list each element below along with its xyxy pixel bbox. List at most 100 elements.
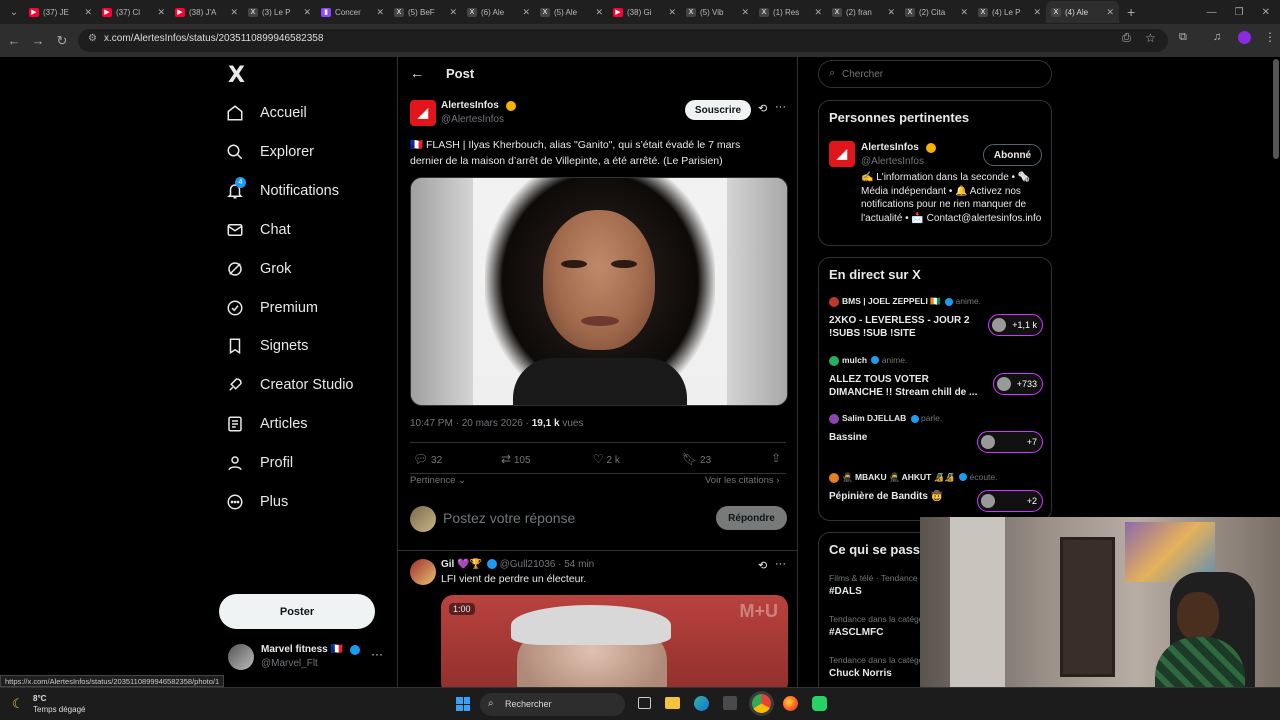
sidebar-item-accueil[interactable]: Accueil xyxy=(226,104,307,122)
account-switcher[interactable]: Marvel fitness 🇫🇷 @Marvel_Flt ··· xyxy=(228,641,388,673)
reply-tweet[interactable]: Gil 💜🏆 @Gull21036 · 54 min ⟲ ··· LFI vie… xyxy=(398,551,798,687)
close-window-icon[interactable]: ✕ xyxy=(1262,7,1270,18)
sidebar-item-signets[interactable]: Signets xyxy=(226,337,308,355)
relevant-name[interactable]: AlertesInfos xyxy=(861,142,919,153)
new-tab-button[interactable]: + xyxy=(1127,4,1135,20)
browser-tab[interactable]: X (6) Ale ✕ xyxy=(462,1,535,23)
site-info-icon[interactable]: ⚙ xyxy=(88,33,97,44)
live-item[interactable]: Salim DJELLAB parle. Bassine +7 xyxy=(829,413,1043,467)
tab-close-icon[interactable]: ✕ xyxy=(1106,7,1114,18)
author-name[interactable]: AlertesInfos xyxy=(441,100,499,111)
post-button[interactable]: Poster xyxy=(219,594,375,629)
live-item[interactable]: mulch anime. ALLEZ TOUS VOTER DIMANCHE !!… xyxy=(829,355,1043,409)
reply-video[interactable]: 1:00 M+U xyxy=(441,595,788,687)
browser-tab[interactable]: X (2) Cita ✕ xyxy=(900,1,973,23)
sidebar-item-articles[interactable]: Articles xyxy=(226,415,308,433)
subscribe-button[interactable]: Souscrire xyxy=(685,100,751,120)
chrome-icon[interactable] xyxy=(752,694,771,713)
sidebar-item-grok[interactable]: Grok xyxy=(226,260,291,278)
sidebar-item-creator-studio[interactable]: Creator Studio xyxy=(226,376,354,394)
reply-count-button[interactable]: 💬︎ 32 xyxy=(413,452,442,466)
tab-close-icon[interactable]: ✕ xyxy=(376,7,384,18)
back-icon[interactable]: ← xyxy=(2,33,26,48)
tab-close-icon[interactable]: ✕ xyxy=(595,7,603,18)
reply-submit-button[interactable]: Répondre xyxy=(716,506,787,530)
reply-input[interactable]: Postez votre réponse xyxy=(443,510,703,526)
browser-tab[interactable]: ▶ (38) Gi ✕ xyxy=(608,1,681,23)
browser-tab[interactable]: X (4) Ale ✕ xyxy=(1046,1,1119,23)
reply-author-handle[interactable]: @Gull21036 · 54 min xyxy=(500,559,595,570)
forward-icon[interactable]: → xyxy=(26,33,50,48)
window-controls[interactable]: — ❐ ✕ xyxy=(1207,7,1280,18)
reload-icon[interactable]: ↻ xyxy=(50,33,74,49)
grok-icon[interactable]: ⟲ xyxy=(758,102,767,115)
firefox-icon[interactable] xyxy=(783,696,798,711)
bookmark-star-icon[interactable]: ☆ xyxy=(1145,31,1156,45)
sidebar-item-chat[interactable]: Chat xyxy=(226,221,291,239)
tab-close-icon[interactable]: ✕ xyxy=(157,7,165,18)
tab-close-icon[interactable]: ✕ xyxy=(960,7,968,18)
following-button[interactable]: Abonné xyxy=(983,144,1042,166)
browser-tab[interactable]: X (5) Ale ✕ xyxy=(535,1,608,23)
relevant-handle[interactable]: @AlertesInfos xyxy=(861,156,924,167)
more-options-icon[interactable]: ··· xyxy=(775,101,786,113)
search-box[interactable]: ⌕ Chercher xyxy=(818,60,1052,88)
search-input[interactable]: Chercher xyxy=(842,69,883,80)
more-options-icon[interactable]: ··· xyxy=(775,558,786,570)
back-arrow-icon[interactable]: ← xyxy=(410,65,424,81)
browser-tab[interactable]: ▶ (38) J'A ✕ xyxy=(170,1,243,23)
author-handle[interactable]: @AlertesInfos xyxy=(441,114,504,125)
start-button[interactable] xyxy=(456,697,470,711)
tab-close-icon[interactable]: ✕ xyxy=(814,7,822,18)
browser-tab[interactable]: X (3) Le P ✕ xyxy=(243,1,316,23)
store-icon[interactable] xyxy=(723,696,737,710)
sidebar-item-explorer[interactable]: Explorer xyxy=(226,143,314,161)
post-image[interactable] xyxy=(410,177,788,406)
whatsapp-icon[interactable] xyxy=(812,696,827,711)
live-item[interactable]: BMS | JOEL ZEPPELI 🇨🇮 anime. 2XKO - LEVER… xyxy=(829,296,1043,350)
tab-close-icon[interactable]: ✕ xyxy=(522,7,530,18)
task-view-icon[interactable] xyxy=(638,697,651,709)
tab-close-icon[interactable]: ✕ xyxy=(668,7,676,18)
live-listeners-pill[interactable]: +1,1 k xyxy=(988,314,1043,336)
sidebar-item-notifications[interactable]: 4 Notifications xyxy=(226,176,339,200)
browser-tab[interactable]: ▮ Concer ✕ xyxy=(316,1,389,23)
profile-avatar-icon[interactable] xyxy=(1238,31,1251,44)
live-listeners-pill[interactable]: +7 xyxy=(977,431,1043,453)
sidebar-item-premium[interactable]: Premium xyxy=(226,299,318,317)
tab-close-icon[interactable]: ✕ xyxy=(230,7,238,18)
sort-dropdown[interactable]: Pertinence ⌄ xyxy=(410,475,466,486)
media-icon[interactable]: ♫ xyxy=(1213,31,1221,43)
restore-icon[interactable]: ❐ xyxy=(1235,7,1244,18)
reply-author-name[interactable]: Gil 💜🏆 xyxy=(441,559,482,570)
repost-count-button[interactable]: ⇄ 105 xyxy=(501,452,531,466)
file-explorer-icon[interactable] xyxy=(665,697,680,709)
menu-icon[interactable]: ⋮ xyxy=(1264,30,1276,44)
tab-list-icon[interactable]: ⌄ xyxy=(4,7,24,18)
extensions-icon[interactable]: ⧉ xyxy=(1179,31,1187,44)
x-logo-icon[interactable]: X xyxy=(228,63,245,88)
relevant-avatar[interactable]: ◢ xyxy=(829,141,855,167)
grok-icon[interactable]: ⟲ xyxy=(758,559,767,572)
taskbar-search[interactable]: ⌕ Rechercher xyxy=(480,693,625,716)
install-icon[interactable]: ⎙ xyxy=(1122,32,1131,45)
browser-tab[interactable]: ▶ (37) JE ✕ xyxy=(24,1,97,23)
browser-tab[interactable]: X (4) Le P ✕ xyxy=(973,1,1046,23)
sidebar-item-plus[interactable]: Plus xyxy=(226,493,288,511)
tab-close-icon[interactable]: ✕ xyxy=(1033,7,1041,18)
author-avatar[interactable]: ◢ xyxy=(410,100,436,126)
browser-tab[interactable]: X (2) fran ✕ xyxy=(827,1,900,23)
tab-close-icon[interactable]: ✕ xyxy=(303,7,311,18)
browser-tab[interactable]: X (5) BeF ✕ xyxy=(389,1,462,23)
view-citations-link[interactable]: Voir les citations › xyxy=(705,475,779,486)
tab-close-icon[interactable]: ✕ xyxy=(449,7,457,18)
browser-tab[interactable]: ▶ (37) Cl ✕ xyxy=(97,1,170,23)
tab-close-icon[interactable]: ✕ xyxy=(741,7,749,18)
tab-close-icon[interactable]: ✕ xyxy=(887,7,895,18)
share-icon[interactable]: ⇧ xyxy=(771,451,781,465)
bookmark-count-button[interactable]: 🔖︎ 23 xyxy=(682,452,711,466)
like-count-button[interactable]: ♡ 2 k xyxy=(593,452,620,466)
more-icon[interactable]: ··· xyxy=(371,647,383,661)
browser-tab[interactable]: X (1) Res ✕ xyxy=(754,1,827,23)
tab-close-icon[interactable]: ✕ xyxy=(84,7,92,18)
